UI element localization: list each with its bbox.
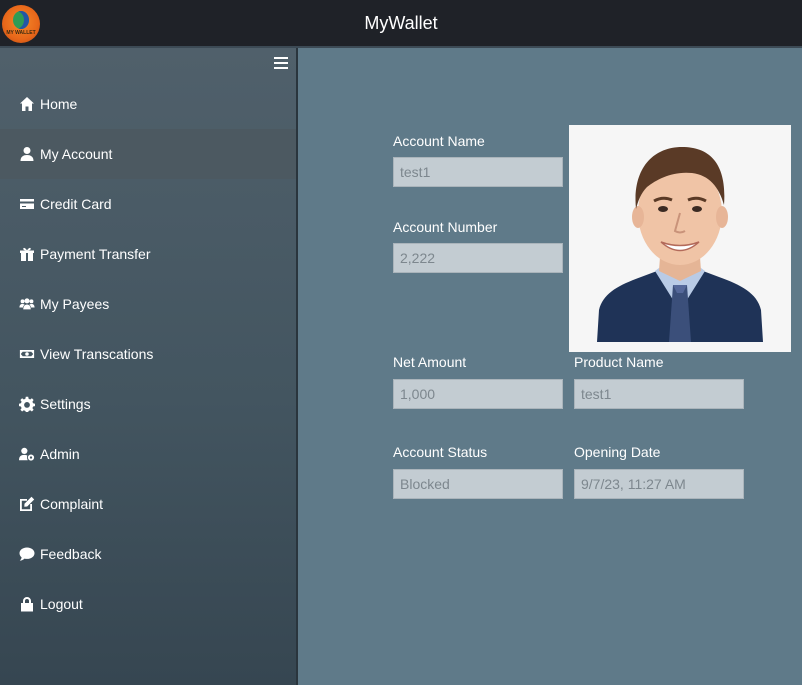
net-amount-field[interactable] [393,379,563,409]
account-number-field[interactable] [393,243,563,273]
sidebar-item-label: Settings [40,396,91,412]
sidebar-item-view-transactions[interactable]: View Transcations [0,329,296,379]
sidebar-item-settings[interactable]: Settings [0,379,296,429]
edit-icon [19,496,37,512]
sidebar-item-label: My Payees [40,296,110,312]
profile-photo [569,125,791,352]
account-name-label: Account Name [393,133,485,149]
money-icon [19,346,37,362]
sidebar-item-label: View Transcations [40,346,154,362]
lock-icon [19,596,37,612]
sidebar-item-label: Home [40,96,78,112]
sidebar-item-label: My Account [40,146,113,162]
account-name-field[interactable] [393,157,563,187]
sidebar-item-label: Admin [40,446,80,462]
sidebar-item-payment-transfer[interactable]: Payment Transfer [0,229,296,279]
sidebar-item-label: Logout [40,596,83,612]
sidebar-divider [296,48,298,685]
home-icon [19,96,37,112]
sidebar-item-logout[interactable]: Logout [0,579,296,629]
user-icon [19,146,37,162]
sidebar-item-my-account[interactable]: My Account [0,129,296,179]
hamburger-menu-icon[interactable] [274,57,288,69]
sidebar-item-label: Complaint [40,496,104,512]
net-amount-label: Net Amount [393,354,467,370]
opening-date-field[interactable] [574,469,744,499]
sidebar-item-label: Credit Card [40,196,112,212]
opening-date-label: Opening Date [574,444,661,460]
gear-icon [19,396,37,412]
sidebar-item-my-payees[interactable]: My Payees [0,279,296,329]
sidebar-item-label: Feedback [40,546,102,562]
sidebar-item-admin[interactable]: Admin [0,429,296,479]
sidebar-item-credit-card[interactable]: Credit Card [0,179,296,229]
account-number-label: Account Number [393,219,498,235]
top-bar: MY WALLET MyWallet [0,0,802,47]
users-icon [19,296,37,312]
account-status-label: Account Status [393,444,488,460]
sidebar-item-feedback[interactable]: Feedback [0,529,296,579]
credit-card-icon [19,196,37,212]
sidebar-item-complaint[interactable]: Complaint [0,479,296,529]
transfer-icon [19,246,37,262]
comment-icon [19,546,37,562]
sidebar-item-label: Payment Transfer [40,246,151,262]
app-title: MyWallet [364,13,438,33]
product-name-field[interactable] [574,379,744,409]
user-gear-icon [19,446,37,462]
person-portrait-icon [569,125,791,352]
sidebar-item-home[interactable]: Home [0,79,296,129]
product-name-label: Product Name [574,354,664,370]
account-status-field[interactable] [393,469,563,499]
